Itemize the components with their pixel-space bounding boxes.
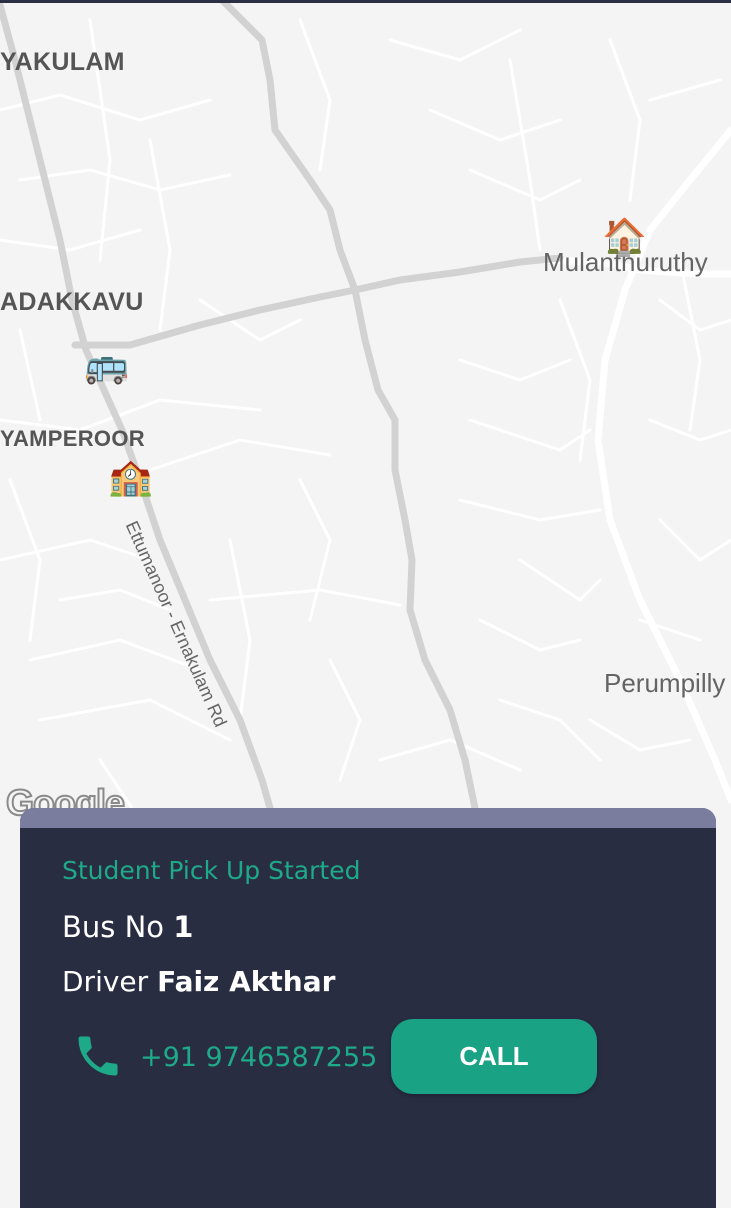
- driver-phone[interactable]: +91 9746587255: [140, 1042, 377, 1073]
- bus-label: Bus No: [62, 910, 165, 944]
- trip-info-panel: Student Pick Up Started Bus No 1 Driver …: [20, 808, 716, 1208]
- school-marker-icon[interactable]: 🏫: [108, 460, 153, 496]
- driver-name: Faiz Akthar: [157, 965, 336, 998]
- bus-marker-icon[interactable]: 🚌: [84, 348, 129, 384]
- place-label-perumpilly: Perumpilly: [604, 668, 726, 698]
- place-label-yakulam: YAKULAM: [0, 48, 125, 76]
- status-bar-edge: [0, 0, 731, 3]
- driver-label: Driver: [62, 965, 149, 998]
- trip-status: Student Pick Up Started: [62, 856, 361, 885]
- call-button[interactable]: CALL: [391, 1019, 597, 1094]
- bus-number: 1: [173, 910, 194, 944]
- place-label-yamperoor: YAMPEROOR: [0, 426, 145, 451]
- phone-icon[interactable]: [72, 1030, 124, 1082]
- panel-header-bar: [20, 808, 716, 828]
- driver-row: Driver Faiz Akthar: [62, 965, 335, 998]
- home-marker-icon[interactable]: 🏠: [602, 220, 647, 256]
- bus-number-row: Bus No 1: [62, 910, 193, 944]
- place-label-edakkavu: ADAKKAVU: [0, 288, 144, 316]
